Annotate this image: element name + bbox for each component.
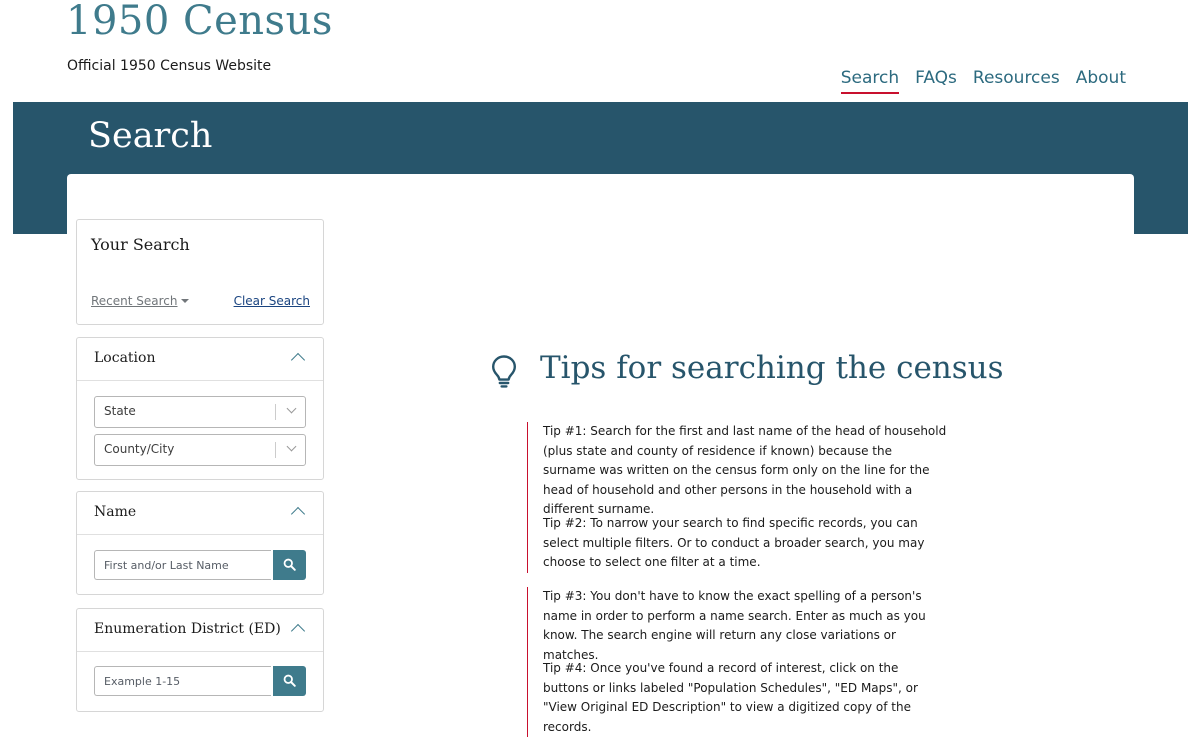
nav-faqs[interactable]: FAQs [915, 68, 957, 94]
chevron-up-icon [290, 352, 306, 368]
name-search-input[interactable] [94, 550, 271, 580]
caret-down-icon [180, 299, 189, 303]
magnifying-glass-icon [283, 558, 296, 571]
select-separator [275, 442, 276, 458]
ed-filter-title: Enumeration District (ED) [94, 621, 281, 637]
county-city-select[interactable]: County/City [94, 434, 306, 466]
magnifying-glass-icon [283, 674, 296, 687]
location-filter-panel: Location State County/City [76, 337, 324, 480]
tips-title: Tips for searching the census [540, 350, 1004, 386]
tip-item: Tip #4: Once you've found a record of in… [527, 659, 947, 737]
location-filter-header[interactable]: Location [77, 338, 323, 381]
ed-search-button[interactable] [273, 666, 306, 696]
chevron-up-icon [290, 506, 306, 522]
recent-search-dropdown[interactable]: Recent Search [91, 294, 189, 308]
name-search-button[interactable] [273, 550, 306, 580]
state-select-placeholder: State [104, 404, 136, 418]
location-filter-title: Location [94, 350, 156, 366]
nav-about[interactable]: About [1076, 68, 1126, 94]
ed-search-input[interactable] [94, 666, 271, 696]
site-subtitle: Official 1950 Census Website [67, 58, 272, 74]
site-title[interactable]: 1950 Census [66, 0, 333, 44]
name-filter-title: Name [94, 504, 137, 520]
state-select[interactable]: State [94, 396, 306, 428]
name-filter-panel: Name [76, 491, 324, 595]
lightbulb-icon [492, 355, 516, 388]
chevron-up-icon [290, 623, 306, 639]
ed-filter-header[interactable]: Enumeration District (ED) [77, 609, 323, 652]
chevron-down-icon [286, 441, 297, 452]
chevron-down-icon [286, 403, 297, 414]
select-separator [275, 404, 276, 420]
tip-item: Tip #3: You don't have to know the exact… [527, 587, 947, 665]
ed-filter-panel: Enumeration District (ED) [76, 608, 324, 712]
tip-item: Tip #2: To narrow your search to find sp… [527, 514, 947, 573]
recent-search-label: Recent Search [91, 294, 178, 308]
your-search-panel: Your Search Recent Search Clear Search [76, 219, 324, 325]
top-nav: Search FAQs Resources About [840, 68, 1126, 94]
nav-resources[interactable]: Resources [973, 68, 1060, 94]
tip-item: Tip #1: Search for the first and last na… [527, 422, 947, 520]
nav-search[interactable]: Search [840, 68, 900, 94]
name-filter-header[interactable]: Name [77, 492, 323, 535]
clear-search-link[interactable]: Clear Search [234, 294, 310, 308]
county-city-select-placeholder: County/City [104, 442, 175, 456]
your-search-title: Your Search [91, 235, 190, 254]
page-title: Search [88, 116, 213, 156]
